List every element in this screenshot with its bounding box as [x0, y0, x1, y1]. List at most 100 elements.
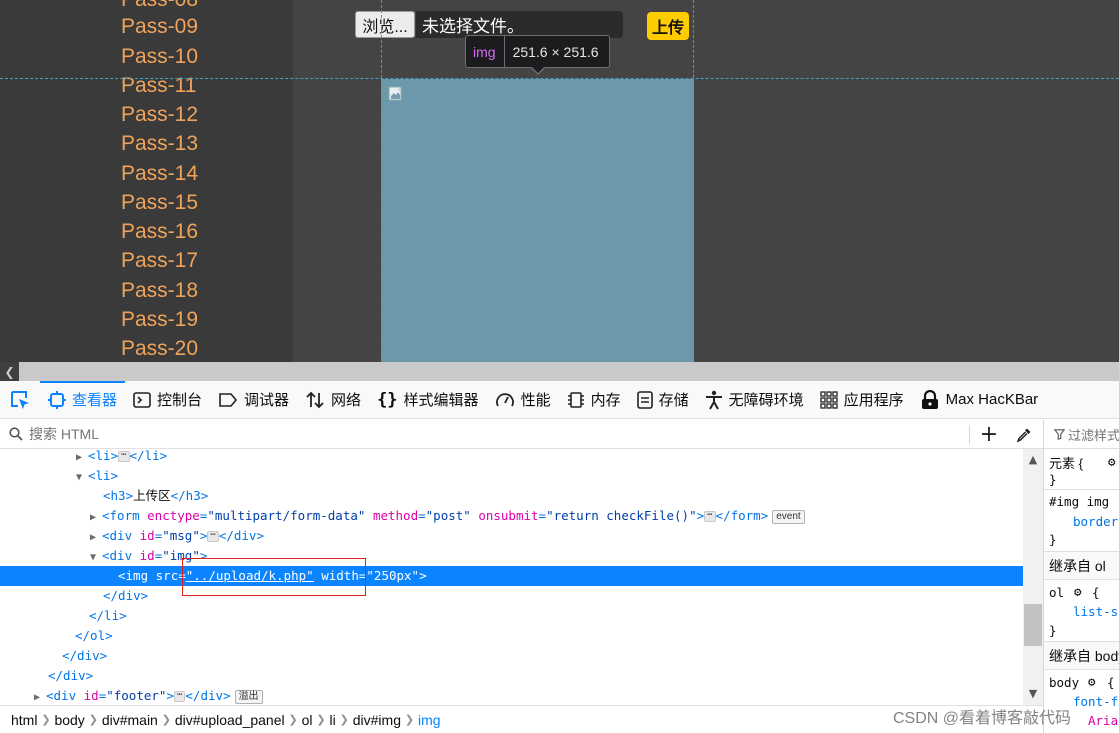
gear-icon[interactable]: ⚙	[1074, 584, 1082, 599]
img-rule-selector[interactable]: #img img	[1049, 494, 1109, 509]
body-rule-property[interactable]: font-f	[1073, 694, 1118, 709]
browse-button[interactable]: 浏览...	[355, 11, 415, 38]
markup-node-li-collapsed[interactable]: ▶ <li> ⋯ </li>	[0, 449, 1023, 466]
tab-label: 调试器	[244, 392, 290, 409]
network-icon	[305, 391, 325, 409]
collapse-arrow-icon[interactable]: ▼	[76, 468, 88, 488]
markup-node-div-close[interactable]: </div>	[0, 666, 1023, 686]
nav-link-pass-16[interactable]: Pass-16	[121, 220, 198, 244]
nav-link-pass-19[interactable]: Pass-19	[121, 308, 198, 332]
ol-rule-selector[interactable]: ol	[1049, 585, 1064, 600]
tab-label: 内存	[590, 392, 621, 409]
console-icon	[133, 391, 151, 409]
tab-debugger[interactable]: 调试器	[210, 381, 297, 419]
breadcrumb-item-current[interactable]: img	[418, 712, 441, 728]
expand-arrow-icon[interactable]: ▶	[90, 508, 102, 528]
filter-placeholder: 过滤样式	[1067, 427, 1119, 443]
markup-vertical-scrollbar[interactable]	[1023, 449, 1043, 705]
markup-node-li[interactable]: ▼ <li>	[0, 466, 1023, 486]
nav-link-pass-09[interactable]: Pass-09	[121, 15, 198, 39]
markup-node-div-close[interactable]: </div>	[0, 646, 1023, 666]
markup-node-li-close[interactable]: </li>	[0, 606, 1023, 626]
markup-node-h3[interactable]: <h3>上传区</h3>	[0, 486, 1023, 506]
tab-network[interactable]: 网络	[297, 381, 369, 419]
nav-link-pass-08[interactable]: Pass-08	[121, 0, 198, 12]
tab-memory[interactable]: 内存	[559, 381, 629, 419]
accessibility-icon	[705, 390, 723, 410]
nav-link-pass-18[interactable]: Pass-18	[121, 279, 198, 303]
markup-node-form[interactable]: ▶ <form enctype="multipart/form-data" met…	[0, 506, 1023, 526]
markup-search-bar: +	[0, 420, 1043, 449]
scrollbar-thumb[interactable]	[1024, 604, 1042, 646]
add-node-icon[interactable]: +	[978, 420, 1000, 449]
expand-arrow-icon[interactable]: ▶	[90, 528, 102, 548]
hackbar-icon	[920, 389, 940, 410]
scroll-left-arrow-icon[interactable]: ❮	[0, 362, 19, 381]
markup-node-div-close[interactable]: </div>	[0, 586, 1023, 606]
tab-style-editor[interactable]: {} 样式编辑器	[369, 381, 487, 419]
markup-node-ol-close[interactable]: </ol>	[0, 626, 1023, 646]
tab-accessibility[interactable]: 无障碍环境	[697, 381, 812, 419]
filter-styles-field[interactable]: 过滤样式	[1044, 420, 1119, 449]
element-info-tooltip: img 251.6 × 251.6	[465, 35, 610, 68]
element-picker-button[interactable]	[0, 381, 40, 419]
markup-node-div-img[interactable]: ▼ <div id="img">	[0, 546, 1023, 566]
breadcrumb-item[interactable]: html	[11, 712, 37, 728]
expand-arrow-icon[interactable]: ▶	[34, 688, 46, 705]
breadcrumb-item[interactable]: div#upload_panel	[175, 712, 285, 728]
highlight-guide-left	[381, 0, 382, 362]
nav-link-pass-17[interactable]: Pass-17	[121, 249, 198, 273]
gear-icon[interactable]: ⚙	[1088, 674, 1096, 689]
breadcrumb-item[interactable]: div#img	[353, 712, 401, 728]
scroll-down-arrow-icon[interactable]: ▼	[1023, 686, 1043, 700]
breadcrumb-item[interactable]: div#main	[102, 712, 158, 728]
ellipsis-badge[interactable]: ⋯	[173, 691, 186, 702]
breadcrumb-item[interactable]: ol	[302, 712, 313, 728]
markup-node-div-msg[interactable]: ▶ <div id="msg"> ⋯ </div>	[0, 526, 1023, 546]
nav-link-pass-15[interactable]: Pass-15	[121, 191, 198, 215]
tab-label: 应用程序	[843, 392, 904, 409]
body-rule-value[interactable]: Aria	[1088, 713, 1118, 728]
nav-link-pass-14[interactable]: Pass-14	[121, 162, 198, 186]
scrollbar-track[interactable]	[19, 362, 1119, 381]
nav-link-pass-10[interactable]: Pass-10	[121, 45, 198, 69]
tab-application[interactable]: 应用程序	[812, 381, 912, 419]
application-icon	[819, 390, 838, 409]
body-rule-selector[interactable]: body	[1049, 675, 1079, 690]
overflow-badge[interactable]: 溢出	[234, 689, 263, 704]
tab-console[interactable]: 控制台	[125, 381, 210, 419]
eyedropper-icon[interactable]	[1013, 420, 1035, 449]
ol-rule-property[interactable]: list-s	[1073, 604, 1118, 619]
rule-open-brace: {	[1092, 585, 1100, 600]
csdn-watermark: CSDN @看着博客敲代码	[893, 710, 1072, 727]
ellipsis-badge[interactable]: ⋯	[118, 451, 130, 462]
markup-node-div-footer[interactable]: ▶ <div id="footer"> ⋯ </div> 溢出	[0, 686, 1023, 705]
event-badge[interactable]: event	[772, 509, 805, 524]
markup-view: ▶ <li> ⋯ </li> ▼ <li> <h3>上传区</h3> ▶ <form en…	[0, 449, 1023, 705]
tab-label: 存储	[658, 392, 689, 409]
breadcrumb-item[interactable]: body	[54, 712, 84, 728]
upload-button[interactable]: 上传	[647, 12, 689, 40]
style-editor-icon: {}	[377, 389, 398, 410]
tab-storage[interactable]: 存储	[629, 381, 697, 419]
img-rule-property[interactable]: border	[1073, 514, 1118, 529]
tab-max-hackbar[interactable]: Max HacKBar	[912, 381, 1047, 419]
markup-node-img-selected[interactable]: <img src="../upload/k.php" width="250px"…	[0, 566, 1023, 586]
chevron-right-icon: ❯	[316, 714, 326, 726]
inherited-from-ol-header: 继承自 ol	[1044, 551, 1119, 580]
toolbar-divider	[969, 425, 970, 444]
scroll-up-arrow-icon[interactable]: ▲	[1023, 452, 1043, 466]
tab-performance[interactable]: 性能	[487, 381, 559, 419]
nav-link-pass-13[interactable]: Pass-13	[121, 132, 198, 156]
ellipsis-badge[interactable]: ⋯	[704, 511, 716, 522]
nav-link-pass-20[interactable]: Pass-20	[121, 337, 198, 361]
gear-icon[interactable]: ⚙	[1108, 454, 1116, 469]
uploaded-image-highlight[interactable]	[381, 79, 694, 362]
nav-link-pass-12[interactable]: Pass-12	[121, 103, 198, 127]
tooltip-tag-name: img	[466, 36, 505, 67]
ellipsis-badge[interactable]: ⋯	[207, 531, 219, 542]
collapse-arrow-icon[interactable]: ▼	[90, 548, 102, 568]
search-html-input[interactable]	[29, 426, 909, 442]
chevron-right-icon: ❯	[339, 714, 349, 726]
tab-inspector[interactable]: 查看器	[40, 380, 126, 419]
